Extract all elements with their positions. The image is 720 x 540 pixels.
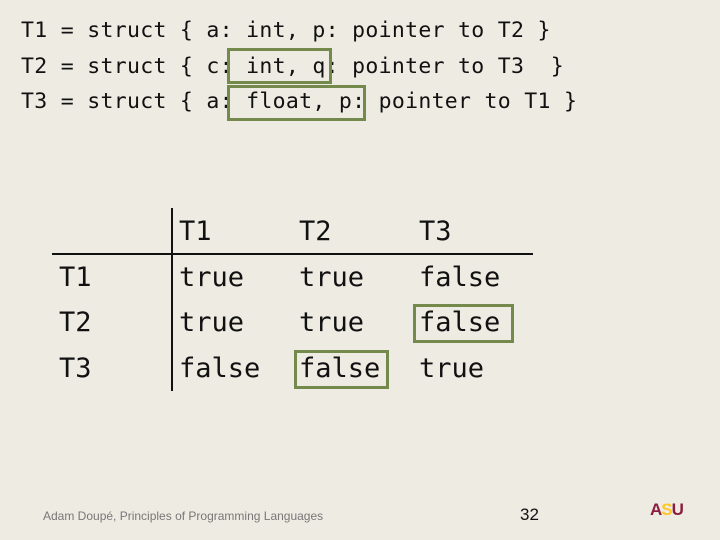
column-header: T3 xyxy=(419,216,452,247)
table-cell: true xyxy=(299,262,365,293)
row-header: T2 xyxy=(59,307,92,338)
table-cell: false xyxy=(179,353,261,384)
footer-credit: Adam Doupé, Principles of Programming La… xyxy=(43,509,324,523)
table-vertical-divider xyxy=(171,208,173,391)
table-cell: true xyxy=(179,307,245,338)
highlight-box-t2-field xyxy=(227,48,332,84)
row-header: T3 xyxy=(59,353,92,384)
asu-logo: ASU xyxy=(650,500,684,519)
table-cell: false xyxy=(419,262,501,293)
column-header: T2 xyxy=(299,216,332,247)
column-header: T1 xyxy=(179,216,212,247)
table-cell: true xyxy=(179,262,245,293)
highlight-box-cell-t3-t2 xyxy=(294,350,389,389)
row-header: T1 xyxy=(59,262,92,293)
table-horizontal-divider xyxy=(52,253,533,255)
highlight-box-t3-field xyxy=(227,85,366,121)
table-cell: true xyxy=(299,307,365,338)
page-number: 32 xyxy=(520,505,539,524)
code-line-t1: T1 = struct { a: int, p: pointer to T2 } xyxy=(21,18,551,43)
table-cell: true xyxy=(419,353,485,384)
highlight-box-cell-t2-t3 xyxy=(413,304,514,343)
